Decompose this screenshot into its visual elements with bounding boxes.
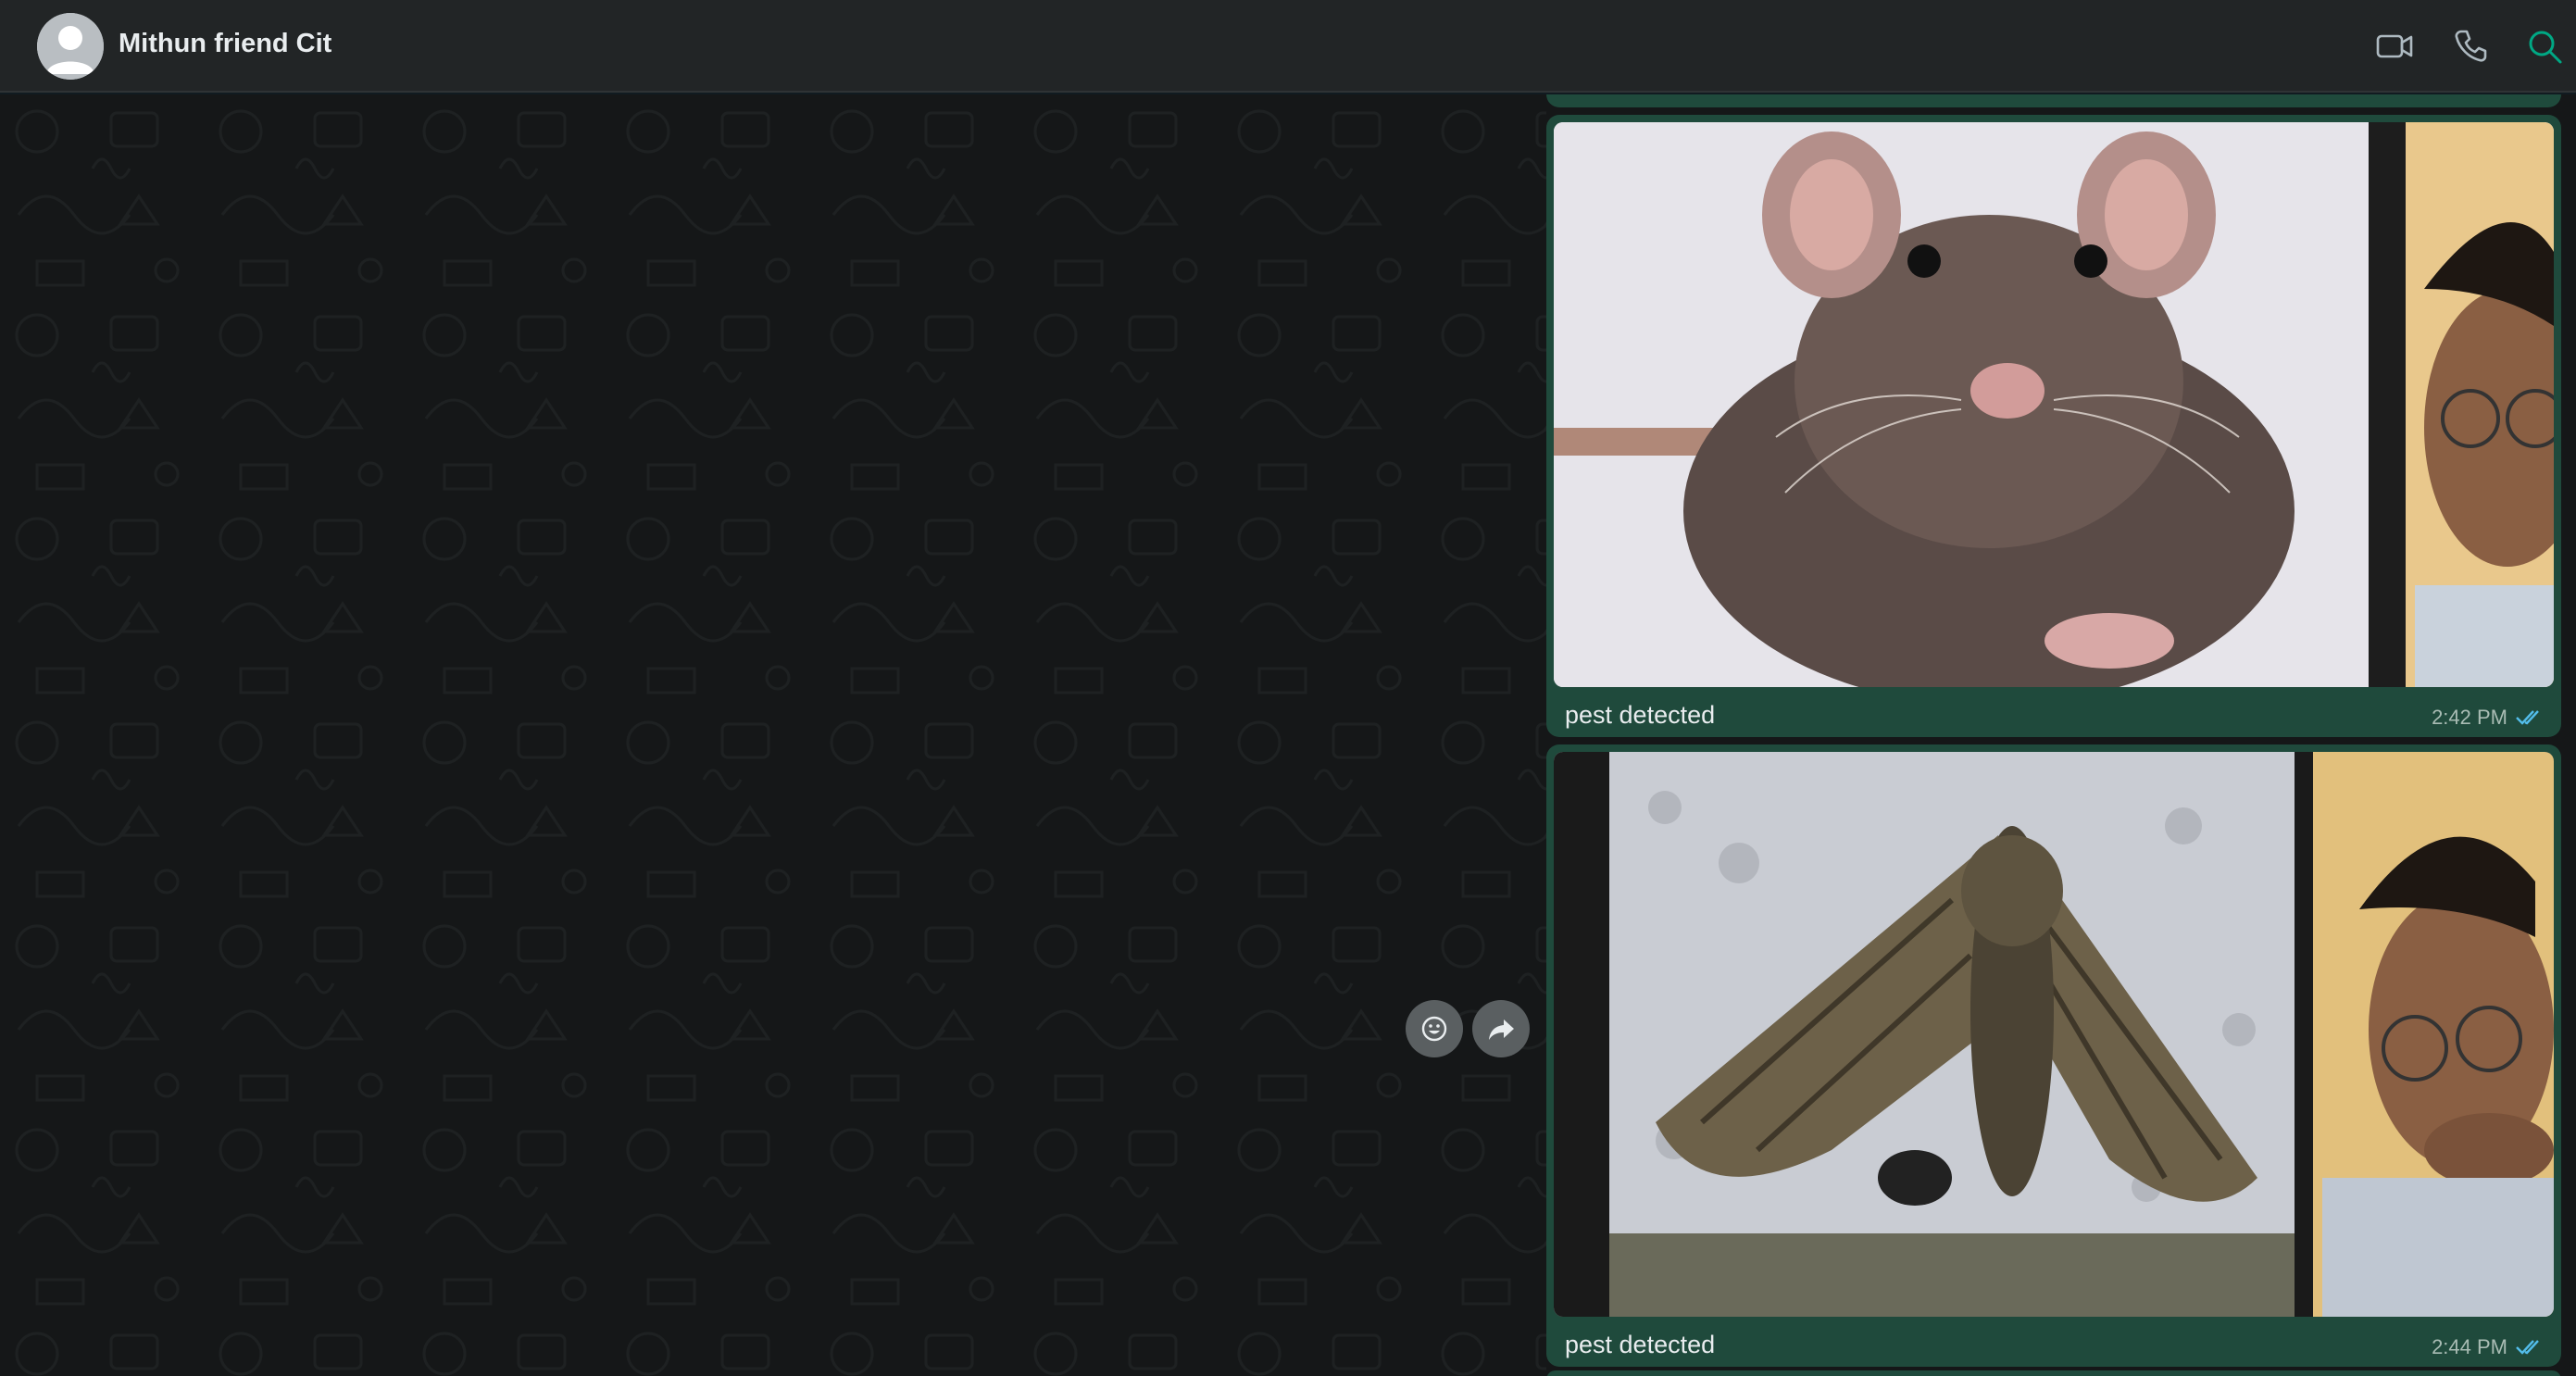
chat-wallpaper — [0, 94, 1546, 1376]
voice-call-icon[interactable] — [2450, 26, 2491, 67]
read-receipt-icon — [2515, 708, 2545, 727]
moth-photo-icon[interactable] — [1554, 752, 2554, 1317]
rat-photo-icon[interactable] — [1554, 122, 2554, 687]
message-time: 2:42 PM — [2432, 706, 2507, 729]
message-caption: pest detected — [1565, 1331, 1716, 1358]
message-bubble[interactable]: pest detected 2:44 PM — [1546, 744, 2561, 1367]
chat-area[interactable]: pest detected 2:42 PM pest detected 2:44… — [0, 94, 2576, 1376]
chat-header: Mithun friend Cit — [0, 0, 2576, 93]
search-icon[interactable] — [2524, 26, 2565, 67]
previous-message-edge — [1546, 94, 2561, 107]
emoji-react-icon[interactable] — [1406, 1000, 1463, 1057]
contact-avatar[interactable] — [37, 13, 104, 80]
contact-name[interactable]: Mithun friend Cit — [119, 29, 331, 59]
message-time: 2:44 PM — [2432, 1335, 2507, 1358]
read-receipt-icon — [2515, 1338, 2545, 1357]
forward-icon[interactable] — [1472, 1000, 1530, 1057]
next-message-edge — [1546, 1370, 2561, 1376]
message-meta: 2:42 PM — [2432, 706, 2545, 730]
message-bubble[interactable]: pest detected 2:42 PM — [1546, 115, 2561, 737]
message-caption: pest detected — [1565, 701, 1716, 729]
video-call-icon[interactable] — [2374, 26, 2415, 67]
avatar-placeholder-icon — [37, 13, 104, 80]
message-meta: 2:44 PM — [2432, 1335, 2545, 1359]
